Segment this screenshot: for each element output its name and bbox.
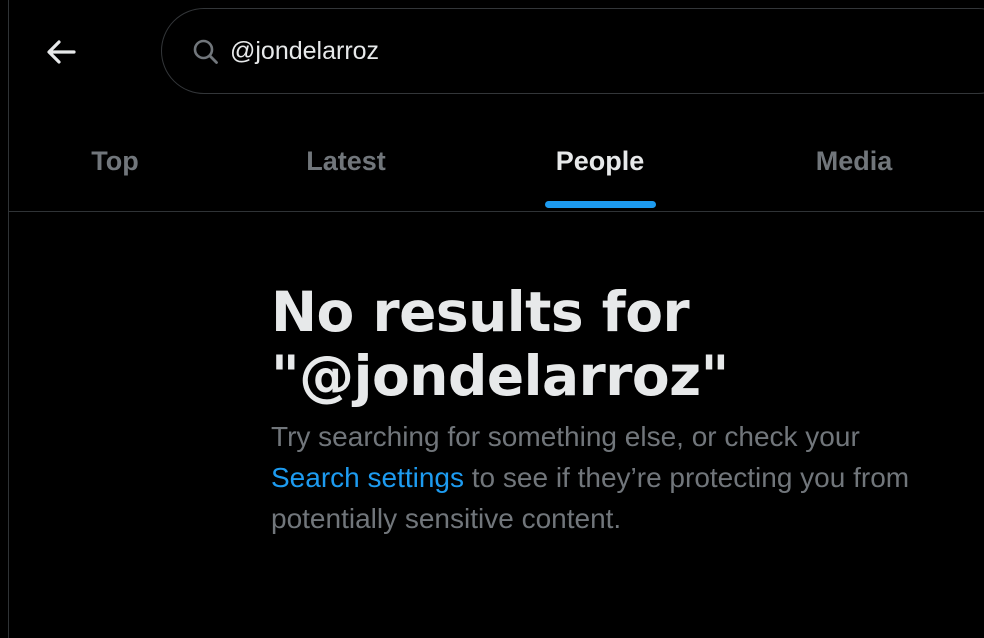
search-box[interactable] xyxy=(161,8,984,94)
empty-desc-text-1: Try searching for something else, or che… xyxy=(271,421,860,452)
arrow-left-icon xyxy=(47,40,76,64)
back-button[interactable] xyxy=(38,29,84,75)
search-input[interactable] xyxy=(230,31,830,71)
empty-state: No results for "@jondelarroz" Try search… xyxy=(271,280,971,539)
tab-top-label: Top xyxy=(91,146,139,176)
tab-top[interactable]: Top xyxy=(55,112,175,211)
column-divider xyxy=(8,0,9,638)
empty-state-description: Try searching for something else, or che… xyxy=(271,416,951,539)
empty-title-line2: "@jondelarroz" xyxy=(271,344,729,408)
empty-state-title: No results for "@jondelarroz" xyxy=(271,280,971,408)
search-settings-link[interactable]: Search settings xyxy=(271,462,464,493)
tab-latest-label: Latest xyxy=(306,146,386,176)
search-icon xyxy=(193,39,218,64)
tab-people[interactable]: People xyxy=(530,112,670,211)
tab-media-label: Media xyxy=(815,146,893,176)
tab-media[interactable]: Media xyxy=(794,112,914,211)
search-tabs: Top Latest People Media xyxy=(9,112,984,212)
tab-latest[interactable]: Latest xyxy=(286,112,406,211)
empty-title-line1: No results for xyxy=(271,280,690,344)
tab-people-label: People xyxy=(555,146,645,176)
active-tab-indicator xyxy=(545,201,656,208)
